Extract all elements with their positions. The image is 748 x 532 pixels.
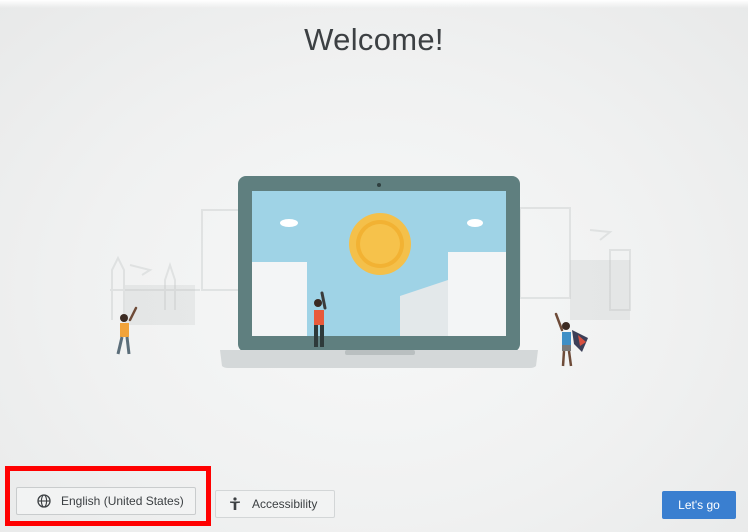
sun — [349, 213, 411, 275]
lets-go-button-label: Let's go — [678, 498, 720, 512]
top-edge — [0, 0, 748, 8]
laptop-notch — [345, 350, 415, 355]
welcome-screen: Welcome! English (United States) Accessi… — [0, 0, 748, 532]
page-title: Welcome! — [304, 22, 444, 57]
accessibility-person-icon — [228, 497, 242, 511]
person-right — [554, 312, 588, 367]
cloud-right — [467, 219, 483, 227]
lets-go-button[interactable]: Let's go — [662, 491, 736, 519]
cloud-left — [280, 219, 298, 227]
language-button-label: English (United States) — [61, 494, 184, 508]
screen-building-left — [252, 262, 307, 336]
laptop-camera — [377, 183, 381, 187]
welcome-illustration — [110, 176, 631, 368]
screen-building-right — [448, 252, 506, 336]
accessibility-button[interactable]: Accessibility — [215, 490, 335, 518]
laptop — [220, 176, 538, 368]
accessibility-button-label: Accessibility — [252, 497, 318, 511]
globe-icon — [37, 494, 51, 508]
language-button[interactable]: English (United States) — [16, 487, 196, 515]
